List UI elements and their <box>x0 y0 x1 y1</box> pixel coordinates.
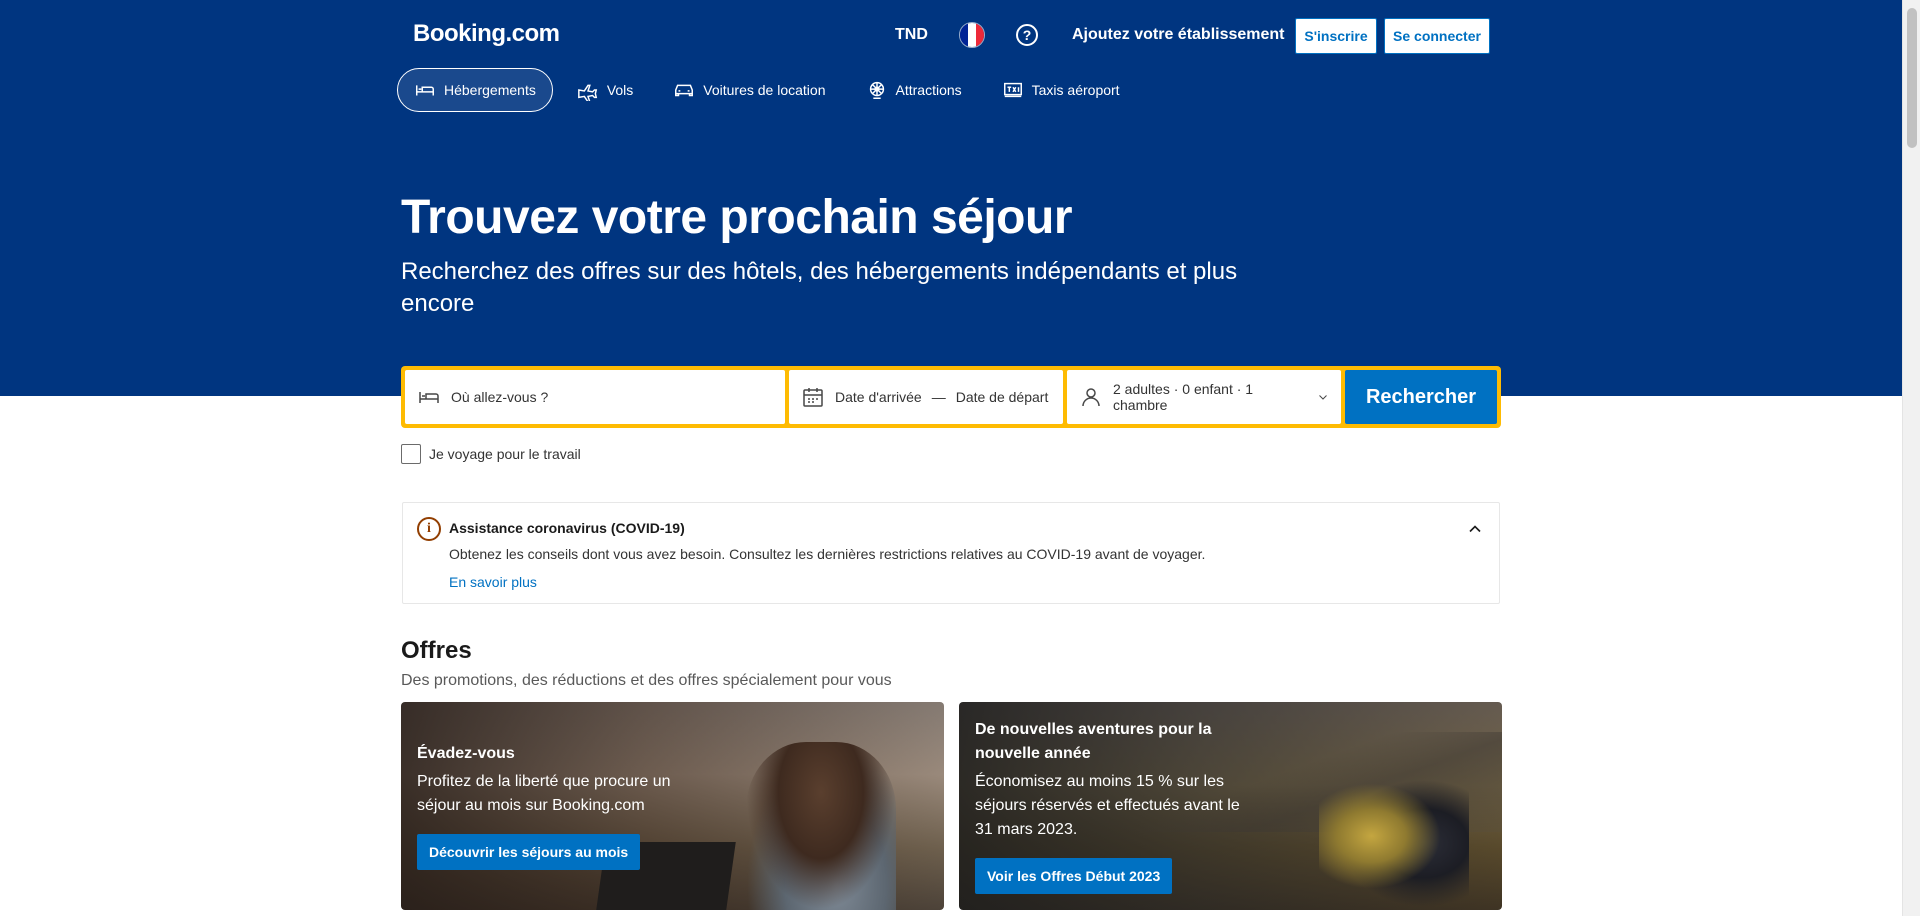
nav-item-label: Taxis aéroport <box>1031 82 1120 98</box>
bed-icon <box>419 392 439 403</box>
chevron-down-icon <box>1319 395 1327 400</box>
plane-icon <box>577 84 598 101</box>
work-trip-checkbox-row[interactable]: Je voyage pour le travail <box>401 444 581 464</box>
covid-banner: i Assistance coronavirus (COVID-19) Obte… <box>402 502 1500 604</box>
nav-item-label: Hébergements <box>444 82 536 98</box>
work-trip-label: Je voyage pour le travail <box>429 446 581 462</box>
car-icon <box>675 84 694 97</box>
offer-card-text: Profitez de la liberté que procure un sé… <box>417 773 671 814</box>
work-trip-checkbox[interactable] <box>401 444 421 464</box>
discover-monthly-stays-button[interactable]: Découvrir les séjours au mois <box>417 834 641 870</box>
nav-item-label: Vols <box>606 82 634 98</box>
offer-card-title: De nouvelles aventures pour la nouvelle … <box>975 721 1212 762</box>
hikers-image <box>1319 762 1469 910</box>
search-button[interactable]: Rechercher <box>1345 370 1497 424</box>
calendar-icon <box>803 388 823 407</box>
offer-card-new-year[interactable]: De nouvelles aventures pour la nouvelle … <box>959 702 1502 910</box>
person-icon <box>1082 388 1100 407</box>
add-property-link[interactable]: Ajoutez votre établissement <box>1072 26 1285 44</box>
login-button[interactable]: Se connecter <box>1384 18 1490 54</box>
scrollbar-thumb[interactable] <box>1907 8 1917 148</box>
nav-item-label: Voitures de location <box>703 82 826 98</box>
guests-selector[interactable]: 2 adultes · 0 enfant · 1 chambre <box>1067 370 1341 424</box>
nav-item-label: Attractions <box>895 82 962 98</box>
covid-learn-more-link[interactable]: En savoir plus <box>449 574 537 590</box>
info-icon: i <box>417 517 441 541</box>
offer-card-title: Évadez-vous <box>417 745 515 762</box>
currency-selector[interactable]: TND <box>895 26 928 44</box>
woman-image <box>746 742 896 910</box>
nav-item-car-rental[interactable]: Voitures de location <box>657 68 841 112</box>
offers-subtitle: Des promotions, des réductions et des of… <box>401 672 892 689</box>
taxi-icon <box>1003 82 1022 98</box>
guests-summary: 2 adultes · 0 enfant · 1 chambre <box>1113 381 1254 413</box>
page-subtitle: Recherchez des offres sur des hôtels, de… <box>401 258 1238 317</box>
main-nav: Hébergements Vols Voitures de location A… <box>397 68 1144 112</box>
destination-input[interactable]: Où allez-vous ? <box>405 370 785 424</box>
nav-item-flights[interactable]: Vols <box>561 68 649 112</box>
booking-logo[interactable]: Booking.com <box>413 20 560 48</box>
bed-icon <box>416 85 434 96</box>
destination-placeholder: Où allez-vous ? <box>451 389 549 405</box>
offer-card-text: Économisez au moins 15 % sur les séjours… <box>975 773 1240 838</box>
offers-title: Offres <box>401 637 472 664</box>
offer-card-monthly-stays[interactable]: Évadez-vous Profitez de la liberté que p… <box>401 702 944 910</box>
date-separator: — <box>931 389 946 405</box>
register-button[interactable]: S'inscrire <box>1295 18 1377 54</box>
checkout-date: Date de départ <box>955 389 1049 405</box>
view-early-2023-deals-button[interactable]: Voir les Offres Début 2023 <box>975 858 1173 894</box>
language-flag-icon[interactable] <box>959 22 985 48</box>
page-title: Trouvez votre prochain séjour <box>401 191 1073 244</box>
question-circle-icon[interactable]: ? <box>1016 24 1038 46</box>
nav-item-accommodations[interactable]: Hébergements <box>397 68 553 112</box>
search-bar: Où allez-vous ? Date d'arrivée — Date de… <box>401 366 1501 428</box>
date-picker[interactable]: Date d'arrivée — Date de départ <box>789 370 1063 424</box>
attractions-icon <box>869 81 884 99</box>
checkin-date: Date d'arrivée <box>835 389 922 405</box>
covid-title: Assistance coronavirus (COVID-19) <box>449 520 685 536</box>
covid-text: Obtenez les conseils dont vous avez beso… <box>449 546 1206 562</box>
nav-item-attractions[interactable]: Attractions <box>850 68 978 112</box>
chevron-up-icon[interactable] <box>1465 519 1485 539</box>
nav-item-airport-taxis[interactable]: Taxis aéroport <box>986 68 1136 112</box>
page-scrollbar[interactable] <box>1902 0 1920 916</box>
